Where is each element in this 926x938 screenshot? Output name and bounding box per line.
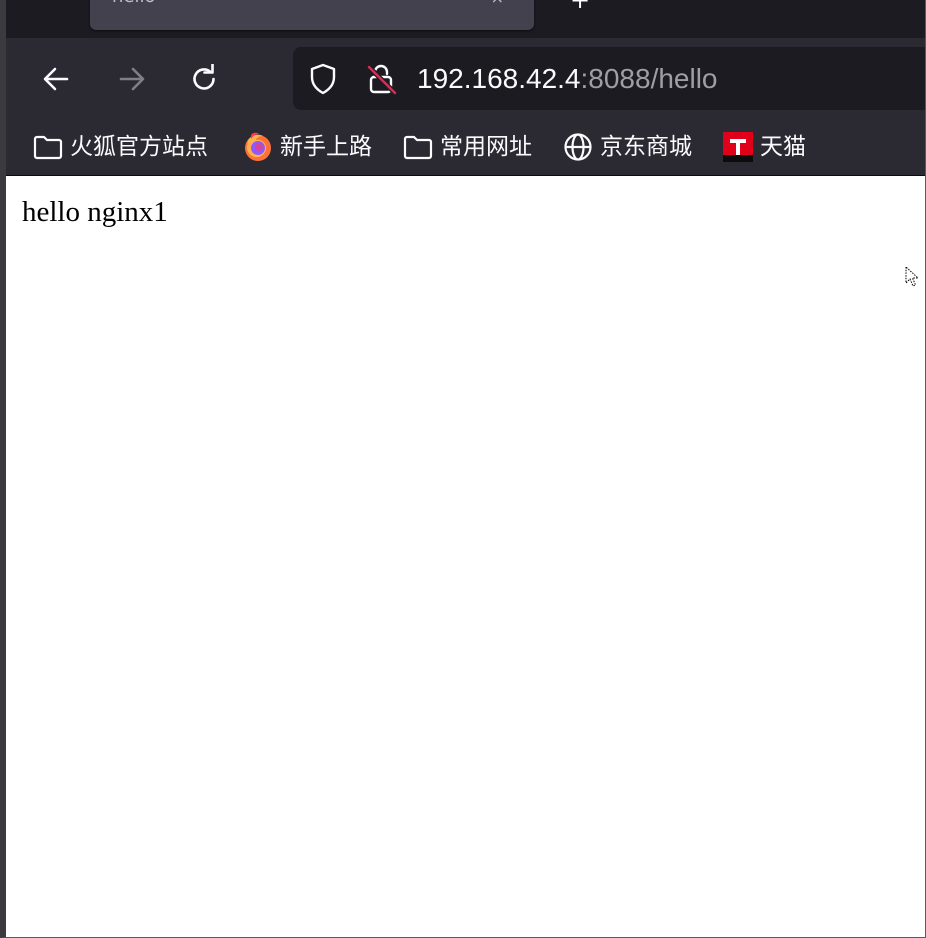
page-content: hello nginx1 [6, 176, 925, 937]
tab-strip: hello × + [6, 0, 925, 38]
mouse-cursor-icon [905, 266, 920, 287]
new-tab-button[interactable]: + [570, 0, 590, 12]
reload-icon [193, 64, 215, 90]
url-bar[interactable]: 192.168.42.4:8088/hello [293, 47, 925, 110]
folder-icon [32, 131, 64, 163]
url-text[interactable]: 192.168.42.4:8088/hello [417, 62, 718, 96]
url-host: 192.168.42.4 [417, 63, 581, 94]
bookmarks-toolbar: 火狐官方站点 新手上路 常用网址 京东商城 天猫 [6, 120, 925, 176]
bookmark-label: 天猫 [760, 134, 806, 160]
back-arrow-icon [43, 67, 69, 91]
forward-arrow-icon [119, 67, 145, 91]
tab-hello[interactable]: hello × [90, 0, 534, 30]
firefox-logo-icon [242, 131, 274, 163]
navigation-toolbar: 192.168.42.4:8088/hello [6, 38, 925, 120]
bookmark-label: 新手上路 [280, 134, 372, 160]
bookmark-jd[interactable]: 京东商城 [562, 128, 692, 166]
page-body-text: hello nginx1 [22, 196, 168, 228]
back-button[interactable] [34, 57, 78, 101]
browser-window: hello × + [0, 0, 926, 938]
insecure-lock-icon[interactable] [365, 62, 399, 96]
bookmark-common-sites[interactable]: 常用网址 [402, 128, 532, 166]
tracking-protection-shield-icon[interactable] [307, 62, 339, 96]
globe-icon [562, 131, 594, 163]
url-port-path: :8088/hello [580, 63, 718, 94]
tab-close-icon[interactable]: × [491, 0, 504, 7]
bookmark-firefox-official[interactable]: 火狐官方站点 [32, 128, 208, 166]
bookmark-getting-started[interactable]: 新手上路 [242, 128, 372, 166]
folder-icon [402, 131, 434, 163]
bookmark-label: 常用网址 [440, 134, 532, 160]
reload-button[interactable] [182, 57, 226, 101]
bookmark-label: 火狐官方站点 [70, 134, 208, 160]
bookmark-label: 京东商城 [600, 134, 692, 160]
tmall-logo-icon [722, 131, 754, 163]
bookmark-tmall[interactable]: 天猫 [722, 128, 806, 166]
tab-title: hello [112, 0, 156, 7]
forward-button[interactable] [110, 57, 154, 101]
